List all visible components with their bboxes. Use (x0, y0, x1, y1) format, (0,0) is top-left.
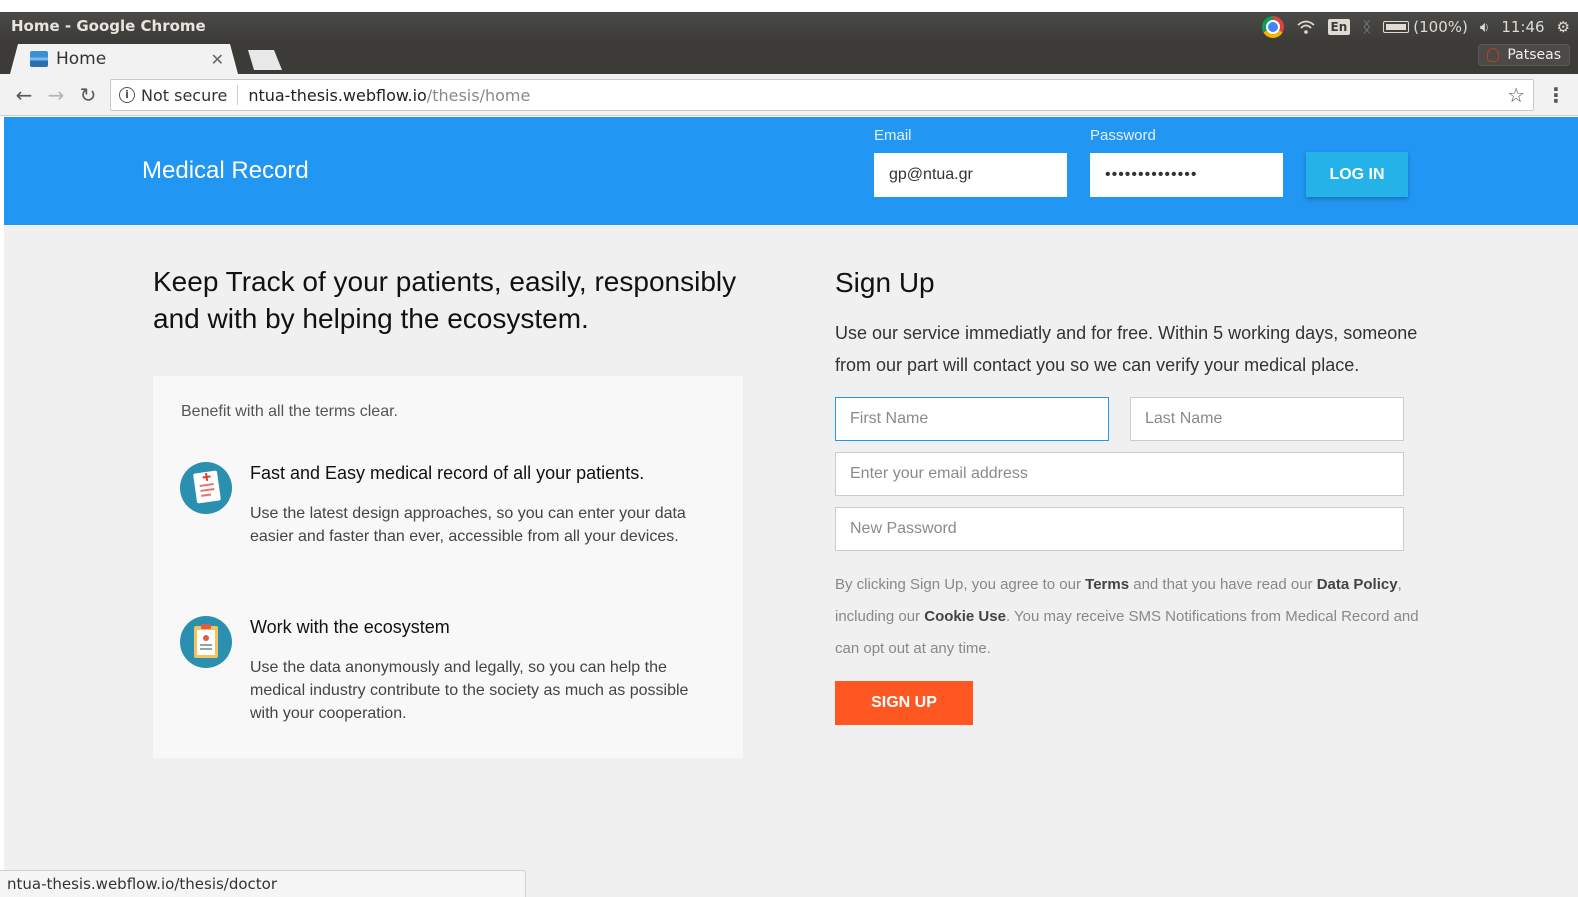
back-arrow-icon[interactable]: ← (12, 83, 36, 107)
chrome-menu-icon[interactable]: ⋮ (1546, 83, 1566, 107)
benefits-intro: Benefit with all the terms clear. (181, 403, 398, 420)
last-name-input[interactable] (1130, 397, 1404, 441)
email-label: Email (874, 127, 912, 144)
bookmark-star-icon[interactable]: ☆ (1507, 83, 1525, 107)
browser-tab[interactable]: Home ✕ (10, 44, 238, 74)
tab-title: Home (56, 49, 107, 69)
battery-percent: (100%) (1413, 18, 1468, 36)
omnibox-divider (237, 85, 239, 105)
benefits-panel: Benefit with all the terms clear. Fast a… (153, 376, 743, 758)
signup-button[interactable]: SIGN UP (835, 681, 973, 725)
clipboard-icon (180, 616, 232, 668)
not-secure-label[interactable]: Not secure (141, 86, 227, 105)
feature-title: Fast and Easy medical record of all your… (250, 463, 645, 483)
info-icon[interactable]: i (119, 87, 135, 103)
chrome-icon[interactable] (1261, 16, 1284, 38)
address-bar[interactable]: i Not secure ntua-thesis.webflow.io/thes… (110, 79, 1534, 111)
system-tray: En ᛝ (100%) 🔉︎ 11:46 ⚙ (1261, 15, 1570, 39)
web-page: Medical Record Email Password LOG IN Kee… (4, 117, 1578, 897)
signup-description: Use our service immediatly and for free.… (835, 323, 1418, 375)
settings-gear-icon[interactable]: ⚙ (1557, 18, 1570, 36)
profile-name: Patseas (1507, 47, 1561, 63)
signup-email-input[interactable] (835, 452, 1404, 496)
site-header: Medical Record Email Password LOG IN (4, 117, 1578, 225)
reload-icon[interactable]: ↻ (76, 83, 100, 107)
medical-record-icon (180, 462, 232, 514)
terms-text: and that you have read our (1129, 576, 1317, 593)
signup-title: Sign Up (835, 267, 935, 298)
cookie-use-link[interactable]: Cookie Use (924, 608, 1006, 625)
battery-icon (1383, 21, 1410, 33)
site-favicon-icon (30, 51, 48, 67)
volume-icon[interactable]: 🔉︎ (1480, 18, 1489, 36)
data-policy-link[interactable]: Data Policy (1317, 576, 1398, 593)
battery-indicator[interactable]: (100%) (1383, 18, 1468, 36)
brand-logo-text[interactable]: Medical Record (142, 157, 309, 185)
login-button[interactable]: LOG IN (1306, 152, 1408, 197)
tab-close-icon[interactable]: ✕ (211, 50, 224, 69)
terms-link[interactable]: Terms (1085, 576, 1129, 593)
window-title: Home - Google Chrome (11, 17, 206, 35)
tab-strip: Home ✕ Patseas (0, 42, 1578, 74)
new-password-input[interactable] (835, 507, 1404, 551)
profile-icon (1487, 48, 1500, 62)
feature-title: Work with the ecosystem (250, 617, 450, 637)
login-email-input[interactable] (874, 153, 1067, 197)
bluetooth-icon[interactable]: ᛝ (1362, 18, 1371, 36)
terms-text: By clicking Sign Up, you agree to our (835, 576, 1086, 593)
status-bar-url: ntua-thesis.webflow.io/thesis/doctor (0, 870, 526, 897)
clock[interactable]: 11:46 (1501, 18, 1544, 36)
hero-headline: Keep Track of your patients, easily, res… (153, 266, 737, 334)
feature-text: Use the data anonymously and legally, so… (250, 659, 689, 722)
password-label: Password (1090, 127, 1156, 144)
feature-text: Use the latest design approaches, so you… (250, 505, 686, 545)
browser-toolbar: ← → ↻ i Not secure ntua-thesis.webflow.i… (0, 74, 1578, 116)
login-password-input[interactable] (1090, 153, 1283, 197)
url-path[interactable]: /thesis/home (427, 86, 531, 105)
forward-arrow-icon[interactable]: → (44, 83, 68, 107)
os-top-bar: Home - Google Chrome En ᛝ (100%) 🔉︎ 11:4… (0, 12, 1578, 42)
wifi-icon[interactable] (1296, 19, 1316, 35)
first-name-input[interactable] (835, 397, 1109, 441)
url-host[interactable]: ntua-thesis.webflow.io (248, 86, 426, 105)
keyboard-language-indicator[interactable]: En (1327, 19, 1351, 35)
profile-button[interactable]: Patseas (1478, 44, 1570, 66)
new-tab-button[interactable] (248, 50, 282, 70)
terms-notice: By clicking Sign Up, you agree to our Te… (835, 569, 1435, 665)
